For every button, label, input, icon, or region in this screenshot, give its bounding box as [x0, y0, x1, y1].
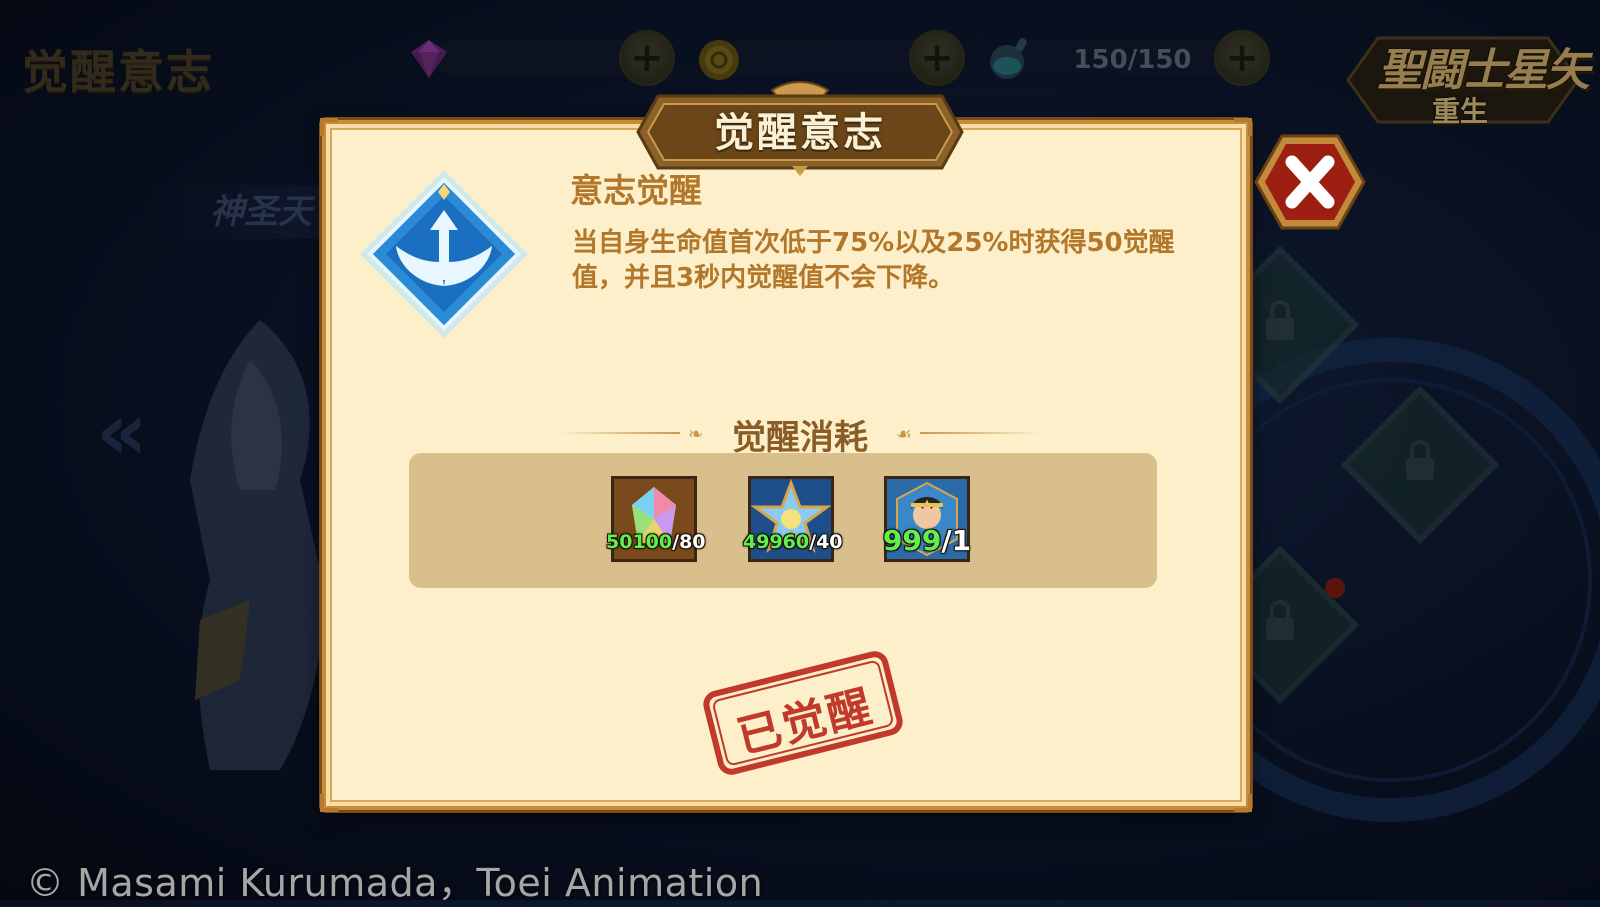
dialog-title-plate: 觉醒意志 — [632, 76, 968, 176]
cost-title: 觉醒消耗 — [732, 418, 868, 458]
cost-item-count: 50100/80 — [606, 531, 706, 553]
corner-ornament-icon — [1234, 794, 1252, 812]
cost-item-crystal[interactable]: 50100/80 — [606, 476, 706, 562]
cost-item-saint-portrait[interactable]: 999/1 — [883, 476, 971, 562]
corner-ornament-icon — [1234, 118, 1252, 136]
divider-ornament-icon: ☙ — [895, 424, 912, 445]
skill-name: 意志觉醒 — [570, 171, 702, 210]
awakening-wings-icon — [360, 170, 528, 338]
divider-line — [920, 432, 1040, 434]
cost-item-count: 49960/40 — [743, 531, 843, 553]
cost-item-star-medal[interactable]: 49960/40 — [743, 476, 843, 562]
cost-item-count: 999/1 — [882, 524, 972, 557]
close-button[interactable] — [1254, 132, 1366, 232]
dialog-title: 觉醒意志 — [714, 110, 886, 156]
skill-description: 当自身生命值首次低于75%以及25%时获得50觉醒值，并且3秒内觉醒值不会下降。 — [572, 228, 1175, 293]
corner-ornament-icon — [320, 118, 338, 136]
cost-section-header: ❧ 觉醒消耗 ☙ — [560, 408, 1040, 458]
corner-ornament-icon — [320, 794, 338, 812]
